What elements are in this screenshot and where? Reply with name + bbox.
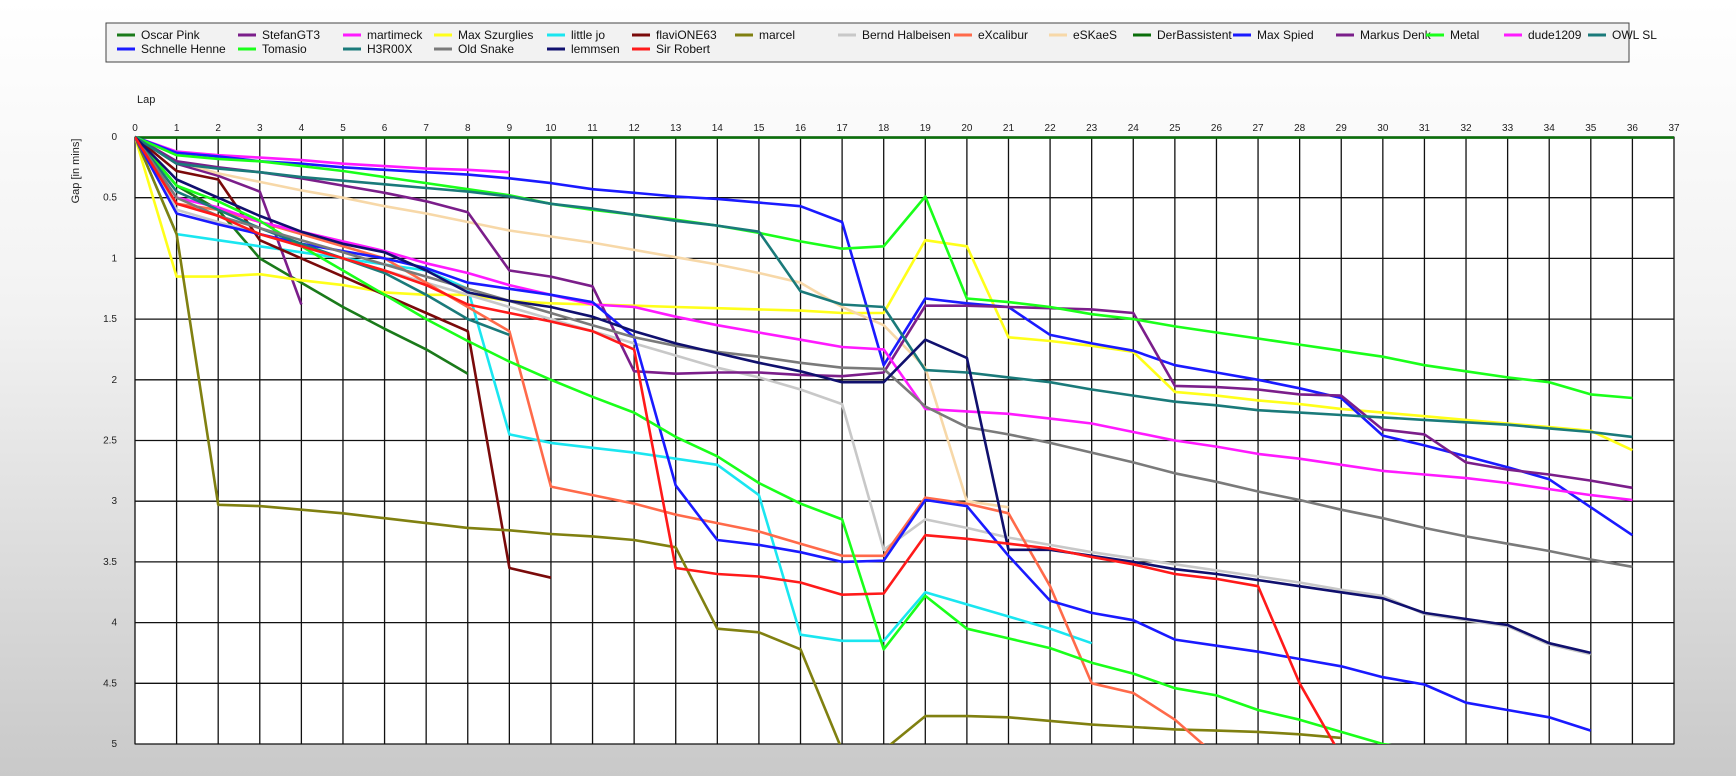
y-tick-label-9: 4.5 [103,678,117,689]
legend-label-11: Max Spied [1257,28,1314,42]
x-tick-label-37: 37 [1668,123,1680,134]
x-tick-label-16: 16 [795,123,807,134]
y-tick-label-4: 2 [111,375,117,386]
legend-label-1: StefanGT3 [262,28,320,42]
x-tick-label-1: 1 [174,123,180,134]
legend-label-9: eSKaeS [1073,28,1117,42]
x-tick-label-14: 14 [712,123,724,134]
y-tick-label-0: 0 [111,132,117,143]
legend-label-4: little jo [571,28,605,42]
x-tick-label-35: 35 [1585,123,1597,134]
legend-label-2: martimeck [367,28,423,42]
y-tick-label-2: 1 [111,253,117,264]
x-tick-label-10: 10 [545,123,557,134]
x-tick-label-28: 28 [1294,123,1306,134]
x-tick-label-5: 5 [340,123,346,134]
x-tick-label-19: 19 [920,123,932,134]
x-tick-label-13: 13 [670,123,682,134]
y-tick-label-10: 5 [111,739,117,750]
x-tick-label-21: 21 [1003,123,1015,134]
x-tick-label-25: 25 [1169,123,1181,134]
legend-label-7: Bernd Halbeisen [862,28,951,42]
legend-label-12: Markus Denk [1360,28,1432,42]
legend-label-8: eXcalibur [978,28,1028,42]
legend-label-13: Metal [1450,28,1479,42]
x-tick-label-0: 0 [132,123,138,134]
x-tick-label-27: 27 [1252,123,1264,134]
legend-label-21: Sir Robert [656,42,711,56]
x-tick-label-29: 29 [1336,123,1348,134]
x-tick-label-12: 12 [629,123,641,134]
x-tick-label-20: 20 [961,123,973,134]
legend-label-14: dude1209 [1528,28,1582,42]
x-tick-label-3: 3 [257,123,263,134]
x-tick-label-15: 15 [753,123,765,134]
y-tick-label-8: 4 [111,618,117,629]
legend-label-6: marcel [759,28,795,42]
x-tick-label-4: 4 [299,123,305,134]
legend-label-0: Oscar Pink [141,28,201,42]
legend-label-16: Schnelle Henne [141,42,226,56]
legend-label-20: lemmsen [571,42,620,56]
legend-label-19: Old Snake [458,42,514,56]
x-tick-label-23: 23 [1086,123,1098,134]
x-tick-label-17: 17 [837,123,849,134]
y-axis-title: Gap [in mins] [70,139,82,204]
y-tick-label-1: 0.5 [103,193,117,204]
legend: Oscar Pink StefanGT3 martimeck Max Szurglie… [105,22,1657,63]
legend-label-15: OWL SL [1612,28,1657,42]
x-tick-label-36: 36 [1627,123,1639,134]
x-tick-label-24: 24 [1128,123,1140,134]
legend-label-3: Max Szurglies [458,28,533,42]
x-tick-label-26: 26 [1211,123,1223,134]
y-tick-label-5: 2.5 [103,436,117,447]
x-tick-label-2: 2 [215,123,221,134]
y-tick-label-3: 1.5 [103,314,117,325]
x-tick-label-9: 9 [507,123,513,134]
x-tick-label-22: 22 [1045,123,1057,134]
lap-gap-chart: Oscar Pink StefanGT3 martimeck Max Szurglie… [70,22,1680,750]
x-tick-label-30: 30 [1377,123,1389,134]
legend-label-10: DerBassistent [1157,28,1232,42]
legend-label-5: flaviONE63 [656,28,717,42]
x-tick-label-6: 6 [382,123,388,134]
x-tick-label-34: 34 [1544,123,1556,134]
x-tick-label-33: 33 [1502,123,1514,134]
x-tick-label-8: 8 [465,123,471,134]
x-axis-title: Lap [137,94,155,106]
y-tick-label-7: 3.5 [103,557,117,568]
x-tick-label-31: 31 [1419,123,1431,134]
legend-label-18: H3R00X [367,42,412,56]
x-tick-label-32: 32 [1460,123,1472,134]
y-tick-label-6: 3 [111,496,117,507]
x-tick-label-7: 7 [423,123,429,134]
x-tick-label-18: 18 [878,123,890,134]
legend-label-17: Tomasio [262,42,307,56]
grid [134,136,1675,745]
x-tick-label-11: 11 [587,123,598,134]
